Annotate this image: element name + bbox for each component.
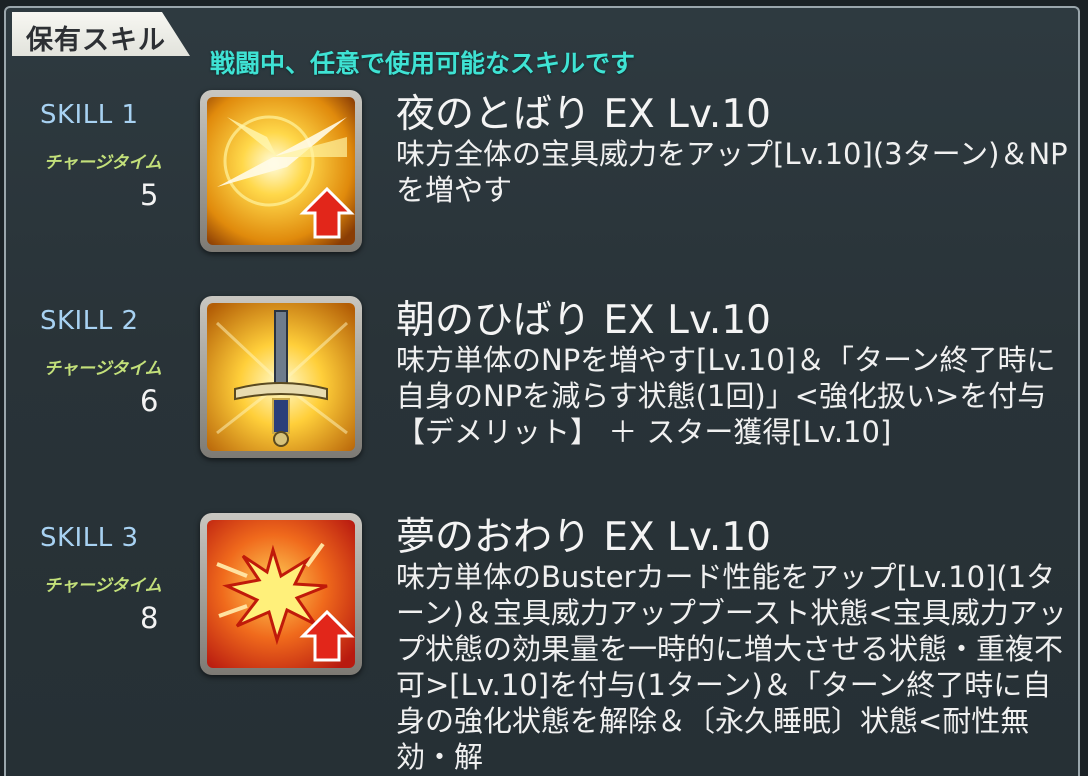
skill-icon-frame[interactable] [200, 296, 362, 458]
charge-time-label: チャージタイム [44, 359, 162, 379]
charge-time-label: チャージタイム [44, 153, 162, 173]
skill-name: 夜のとばり EX Lv.10 [396, 92, 771, 137]
tab-header: 保有スキル [12, 12, 190, 56]
buster-up-burst-icon [207, 520, 355, 668]
charge-time-value: 5 [140, 178, 159, 212]
tab-title: 保有スキル [26, 25, 166, 56]
charge-time-label: チャージタイム [44, 576, 162, 596]
skill-name: 夢のおわり EX Lv.10 [396, 515, 771, 560]
skill-name: 朝のひばり EX Lv.10 [396, 298, 771, 343]
charge-time-value: 6 [140, 384, 159, 418]
skill-description: 味方単体のBusterカード性能をアップ[Lv.10](1ターン)＆宝具威力アッ… [396, 560, 1067, 774]
panel-subtitle: 戦闘中、任意で使用可能なスキルです [210, 49, 636, 78]
np-up-burst-icon [207, 97, 355, 245]
charge-time-value: 8 [140, 601, 159, 635]
skills-panel: 保有スキル 戦闘中、任意で使用可能なスキルです SKILL 1 チャージタイム … [4, 6, 1080, 776]
skill-description: 味方単体のNPを増やす[Lv.10]＆「ターン終了時に自身のNPを減らす状態(1… [396, 343, 1056, 449]
skill-icon-frame[interactable] [200, 90, 362, 252]
skill-label: SKILL 3 [40, 523, 139, 553]
sword-icon [207, 303, 355, 451]
skill-icon-frame[interactable] [200, 513, 362, 675]
skill-label: SKILL 2 [40, 306, 139, 336]
skill-description: 味方全体の宝具威力をアップ[Lv.10](3ターン)＆NPを増やす [396, 137, 1068, 207]
skill-label: SKILL 1 [40, 100, 139, 130]
